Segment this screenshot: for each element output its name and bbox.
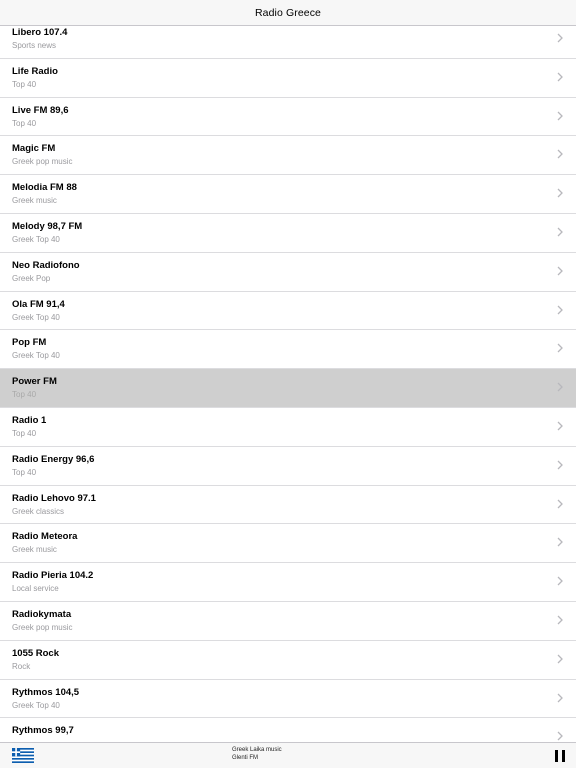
station-genre: Greek Top 40	[12, 351, 60, 361]
station-name: Radiokymata	[12, 608, 72, 620]
now-playing-genre: Greek Laika music	[232, 747, 282, 753]
station-row[interactable]: Magic FM Greek pop music	[0, 136, 576, 176]
greece-flag-icon[interactable]	[12, 748, 34, 763]
station-name: Radio Pieria 104.2	[12, 570, 94, 582]
chevron-right-icon	[557, 266, 563, 276]
station-row[interactable]: Radio Energy 96,6 Top 40	[0, 446, 576, 486]
station-genre: Greek Top 40	[12, 234, 60, 244]
chevron-right-icon	[557, 188, 563, 198]
station-name: Power FM	[12, 376, 57, 388]
chevron-right-icon	[557, 111, 563, 121]
station-name: Life Radio	[12, 65, 58, 77]
station-genre: Top 40	[12, 428, 37, 438]
now-playing-station: Glenti FM	[232, 754, 259, 761]
station-genre: Top 40	[12, 79, 37, 89]
station-row[interactable]: Ola FM 91,4 Greek Top 40	[0, 291, 576, 331]
station-row[interactable]: Rythmos 99,7	[0, 718, 576, 742]
station-row[interactable]: Radio Pieria 104.2 Local service	[0, 563, 576, 602]
station-genre: Rock	[12, 661, 31, 671]
station-genre: Top 40	[12, 467, 37, 477]
station-name: Live FM 89,6	[12, 104, 69, 116]
station-name: Rythmos 104,5	[12, 686, 80, 698]
chevron-right-icon	[557, 731, 563, 741]
station-list[interactable]: Libero 107.4 Sports news Life Radio Top …	[0, 20, 576, 742]
station-genre: Greek pop music	[12, 157, 73, 167]
station-name: Radio Energy 96,6	[12, 453, 95, 465]
chevron-right-icon	[557, 654, 563, 664]
chevron-right-icon	[557, 305, 563, 315]
chevron-right-icon	[557, 460, 563, 470]
chevron-right-icon	[557, 421, 563, 431]
station-name: Ola FM 91,4	[12, 298, 65, 310]
station-genre: Greek pop music	[12, 622, 73, 632]
station-name: Rythmos 99,7	[12, 725, 74, 737]
station-row[interactable]: Life Radio Top 40	[0, 58, 576, 98]
station-row[interactable]: 1055 Rock Rock	[0, 640, 576, 680]
station-genre: Greek music	[12, 196, 57, 206]
pause-icon	[562, 750, 565, 762]
now-playing-bar: Greek Laika music Glenti FM	[0, 742, 576, 768]
pause-icon	[555, 750, 558, 762]
station-row[interactable]: Live FM 89,6 Top 40	[0, 97, 576, 137]
station-genre: Greek Top 40	[12, 700, 60, 710]
station-name: Radio 1	[12, 414, 47, 426]
page-title: Radio Greece	[255, 6, 321, 19]
station-row[interactable]: Radio 1 Top 40	[0, 407, 576, 447]
pause-button[interactable]	[555, 750, 565, 762]
station-genre: Local service	[12, 584, 59, 594]
station-name: Libero 107.4	[12, 27, 68, 38]
chevron-right-icon	[557, 343, 563, 353]
station-row[interactable]: Melody 98,7 FM Greek Top 40	[0, 213, 576, 253]
navigation-bar: Radio Greece	[0, 0, 576, 26]
chevron-right-icon	[557, 693, 563, 703]
station-row[interactable]: Radio Lehovo 97.1 Greek classics	[0, 485, 576, 525]
chevron-right-icon	[557, 72, 563, 82]
station-row-selected[interactable]: Power FM Top 40	[0, 369, 576, 408]
chevron-right-icon	[557, 33, 563, 43]
chevron-right-icon	[557, 499, 563, 509]
station-row[interactable]: Radio Meteora Greek music	[0, 524, 576, 564]
station-name: Radio Lehovo 97.1	[12, 492, 96, 504]
chevron-right-icon	[557, 576, 563, 586]
station-row[interactable]: Radiokymata Greek pop music	[0, 601, 576, 641]
station-name: Melody 98,7 FM	[12, 220, 83, 232]
station-genre: Greek Top 40	[12, 312, 60, 322]
station-genre: Greek Pop	[12, 273, 51, 283]
chevron-right-icon	[557, 615, 563, 625]
station-genre: Top 40	[12, 118, 37, 128]
station-name: Pop FM	[12, 337, 47, 349]
station-genre: Sports news	[12, 41, 57, 50]
chevron-right-icon	[557, 537, 563, 547]
now-playing-info: Greek Laika music Glenti FM	[232, 747, 282, 762]
station-name: Radio Meteora	[12, 531, 78, 543]
station-name: Neo Radiofono	[12, 259, 80, 271]
chevron-right-icon	[557, 227, 563, 237]
station-row[interactable]: Neo Radiofono Greek Pop	[0, 252, 576, 292]
station-genre: Top 40	[12, 390, 37, 400]
station-name: 1055 Rock	[12, 647, 60, 659]
chevron-right-icon	[557, 382, 563, 392]
chevron-right-icon	[557, 149, 563, 159]
station-row[interactable]: Pop FM Greek Top 40	[0, 330, 576, 370]
station-name: Magic FM	[12, 143, 56, 155]
station-genre: Greek music	[12, 545, 57, 555]
station-name: Melodia FM 88	[12, 182, 77, 194]
station-row[interactable]: Rythmos 104,5 Greek Top 40	[0, 679, 576, 719]
station-row[interactable]: Melodia FM 88 Greek music	[0, 175, 576, 214]
station-genre: Greek classics	[12, 506, 65, 516]
